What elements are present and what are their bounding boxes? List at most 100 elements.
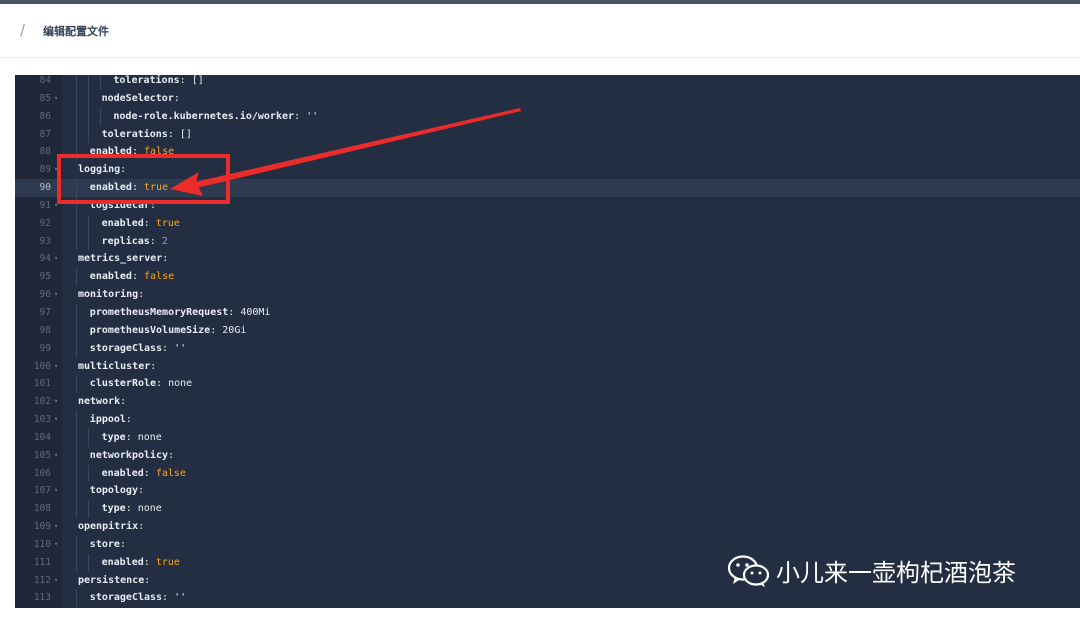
yaml-key: prometheusMemoryRequest [89, 306, 229, 318]
yaml-key: prometheusVolumeSize [89, 324, 211, 336]
code-text: tolerations: [] [113, 75, 204, 86]
code-line[interactable]: 107 ▾ topology: [15, 482, 1080, 501]
fold-toggle-icon[interactable]: ▾ [54, 393, 58, 411]
code-line[interactable]: 109 ▾ openpitrix: [15, 518, 1080, 536]
indent-guide [76, 553, 77, 572]
code-line[interactable]: 93 replicas: 2 [15, 232, 1080, 251]
code-line[interactable]: 94 ▾ metrics_server: [15, 250, 1080, 268]
indent-guide [76, 125, 77, 144]
yaml-key: topology [89, 485, 138, 497]
code-line[interactable]: 100 ▾ multicluster: [15, 358, 1080, 376]
code-text: ippool: [89, 414, 132, 426]
yaml-key: enabled [89, 271, 132, 283]
code-line[interactable]: 84 tolerations: [] [15, 75, 1080, 90]
yaml-key: storageClass [89, 342, 163, 354]
fold-toggle-icon[interactable]: ▾ [54, 411, 58, 429]
line-number: 89 [39, 164, 51, 176]
wechat-icon [727, 554, 770, 587]
page-header: / 编辑配置文件 [0, 4, 1080, 58]
yaml-value: 2 [161, 235, 168, 247]
indent-guide [76, 482, 77, 501]
yaml-value: '' [174, 592, 187, 604]
code-line[interactable]: 104 type: none [15, 428, 1080, 447]
code-line[interactable]: 86 node-role.kubernetes.io/worker: '' [15, 107, 1080, 126]
fold-toggle-icon[interactable]: ▾ [54, 518, 58, 536]
code-text: replicas: 2 [101, 235, 168, 247]
code-line[interactable]: 98 prometheusVolumeSize: 20Gi [15, 321, 1080, 340]
code-line[interactable]: 97 prometheusMemoryRequest: 400Mi [15, 303, 1080, 322]
indent-guide [76, 214, 77, 233]
yaml-key: type [101, 503, 126, 515]
yaml-key: multicluster [78, 360, 151, 372]
yaml-key: replicas [101, 235, 150, 247]
indent-guide [87, 107, 89, 126]
code-line[interactable]: 102 ▾ network: [15, 393, 1080, 411]
yaml-key: node-role.kubernetes.io/worker [113, 110, 295, 122]
line-number: 111 [33, 556, 51, 568]
code-line[interactable]: 96 ▾ monitoring: [15, 286, 1080, 304]
indent-guide [87, 75, 89, 90]
indent-guide [76, 535, 77, 554]
code-text: enabled: false [101, 467, 186, 479]
yaml-value: true [155, 556, 180, 568]
line-number: 86 [39, 110, 51, 122]
indent-guide [76, 446, 77, 465]
watermark-text: 小儿来一壶枸杞酒泡茶 [776, 559, 1016, 587]
indent-guide [76, 589, 77, 608]
fold-toggle-icon[interactable]: ▾ [54, 482, 58, 500]
line-number: 103 [33, 414, 51, 426]
line-number: 110 [33, 538, 51, 550]
code-line[interactable]: 95 enabled: false [15, 268, 1080, 287]
fold-toggle-icon[interactable]: ▾ [54, 572, 58, 590]
indent-guide [76, 500, 77, 519]
yaml-key: ippool [89, 414, 126, 426]
code-line[interactable]: 106 enabled: false [15, 464, 1080, 483]
line-number: 108 [33, 503, 51, 515]
yaml-value: none [137, 503, 162, 515]
indent-guide [76, 339, 77, 358]
indent-guide [76, 428, 77, 447]
yaml-value: [] [179, 128, 192, 140]
yaml-key: metrics_server [78, 253, 163, 265]
indent-guide [76, 75, 77, 90]
annotation-highlight-box [57, 154, 230, 204]
line-number: 102 [33, 396, 51, 408]
indent-guide [87, 553, 89, 572]
yaml-value: 20Gi [222, 324, 247, 336]
indent-guide [87, 464, 89, 483]
yaml-key: enabled [101, 217, 144, 229]
code-line[interactable]: 108 type: none [15, 500, 1080, 519]
code-text: networkpolicy: [89, 449, 175, 461]
indent-guide [76, 375, 77, 394]
code-text: metrics_server: [78, 253, 169, 265]
code-text: persistence: [78, 574, 151, 586]
code-line[interactable]: 113 storageClass: '' [15, 589, 1080, 608]
fold-toggle-icon[interactable]: ▾ [54, 447, 58, 465]
code-text: enabled: true [101, 556, 180, 568]
fold-toggle-icon[interactable]: ▾ [54, 90, 58, 108]
code-text: type: none [101, 503, 162, 515]
code-line[interactable]: 87 tolerations: [] [15, 125, 1080, 144]
fold-toggle-icon[interactable]: ▾ [54, 286, 58, 304]
code-text: nodeSelector: [101, 92, 180, 104]
yaml-key: tolerations [113, 75, 180, 86]
code-line[interactable]: 110 ▾ store: [15, 535, 1080, 554]
indent-guide [76, 321, 77, 340]
code-line[interactable]: 85 ▾ nodeSelector: [15, 89, 1080, 108]
indent-guide [76, 232, 77, 251]
yaml-value: 400Mi [240, 306, 271, 318]
code-text: tolerations: [] [101, 128, 192, 140]
line-number: 104 [33, 431, 51, 443]
fold-toggle-icon[interactable]: ▾ [54, 536, 58, 554]
code-line[interactable]: 101 clusterRole: none [15, 375, 1080, 394]
fold-toggle-icon[interactable]: ▾ [54, 358, 58, 376]
code-line[interactable]: 105 ▾ networkpolicy: [15, 446, 1080, 465]
fold-toggle-icon[interactable]: ▾ [54, 250, 58, 268]
yaml-key: nodeSelector [101, 92, 174, 104]
code-line[interactable]: 92 enabled: true [15, 214, 1080, 233]
code-line[interactable]: 99 storageClass: '' [15, 339, 1080, 358]
code-text: prometheusMemoryRequest: 400Mi [89, 306, 271, 318]
yaml-key: network [78, 396, 121, 408]
code-line[interactable]: 103 ▾ ippool: [15, 411, 1080, 429]
code-text: enabled: true [101, 217, 180, 229]
